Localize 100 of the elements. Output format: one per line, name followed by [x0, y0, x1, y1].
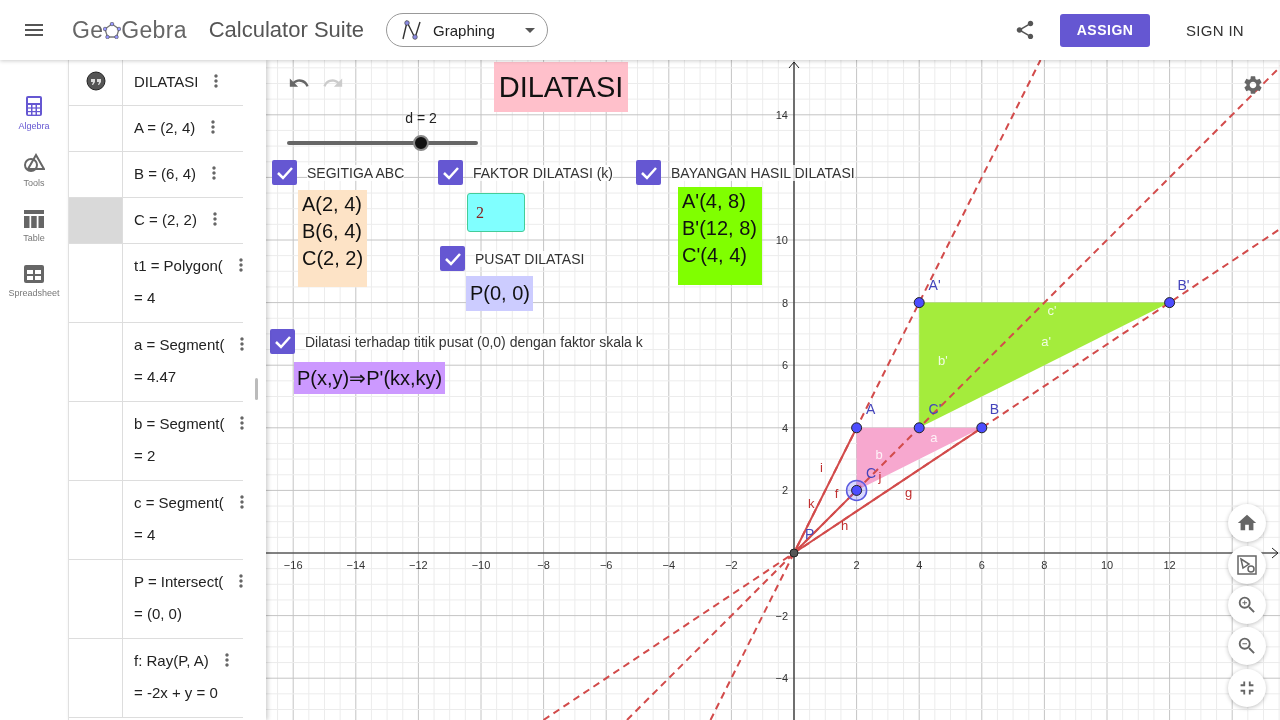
- settings-icon[interactable]: [1242, 74, 1264, 96]
- grid-icon: [24, 265, 44, 283]
- checkbox[interactable]: [272, 160, 297, 185]
- side-label: a': [1041, 334, 1051, 350]
- slider-thumb[interactable]: [412, 135, 429, 151]
- algebra-expression: A = (2, 4): [134, 118, 196, 136]
- point[interactable]: [1164, 297, 1176, 309]
- coordinate-text: B(6, 4): [302, 221, 363, 242]
- algebra-expression: C = (2, 2): [134, 210, 197, 228]
- check-icon: [639, 165, 658, 180]
- coordinate-text: P(0, 0): [470, 283, 529, 304]
- y-tick-label: 8: [781, 296, 788, 309]
- logo-text: Gebra: [121, 16, 187, 44]
- nav-item[interactable]: Spreadsheet: [8, 265, 60, 298]
- formula-text: P(x,y)⇒P'(kx,ky): [294, 362, 446, 394]
- table-icon: [24, 210, 44, 228]
- graph-icon: [401, 19, 424, 41]
- point[interactable]: [913, 422, 925, 434]
- title-text: DILATASI: [494, 62, 628, 112]
- coordinate-text: C'(4, 4): [682, 245, 748, 266]
- exit-fullscreen-button[interactable]: [1228, 669, 1266, 707]
- caret-icon: [525, 27, 536, 33]
- check-icon: [441, 165, 460, 180]
- point-label: C': [928, 400, 942, 417]
- side-label: b: [875, 447, 883, 463]
- line-label: f: [834, 486, 839, 502]
- algebra-expression: t1 = Polygon(: [134, 256, 223, 274]
- x-tick-label: −12: [409, 559, 428, 571]
- nav-item[interactable]: Algebra: [18, 96, 50, 131]
- side-label: b': [938, 353, 948, 369]
- checkbox-label: BAYANGAN HASIL DILATASI: [671, 164, 855, 181]
- point-label: C: [866, 464, 877, 481]
- algebra-value: = (0, 0): [134, 605, 183, 622]
- algebra-expression: DILATASI: [134, 72, 199, 90]
- y-tick-label: 6: [781, 359, 788, 372]
- line-label: i: [820, 459, 823, 475]
- y-tick-label: 14: [775, 108, 788, 121]
- point[interactable]: [851, 422, 863, 434]
- side-label: c': [1047, 303, 1057, 319]
- app-dropdown[interactable]: Graphing: [386, 13, 549, 47]
- row-marker[interactable]: [69, 198, 123, 243]
- x-tick-label: −6: [599, 559, 613, 571]
- quote-icon: [85, 71, 106, 91]
- check-icon: [275, 165, 294, 180]
- nav-item[interactable]: Tools: [23, 153, 45, 188]
- checkbox[interactable]: [440, 246, 465, 271]
- checkbox[interactable]: [270, 329, 295, 354]
- point-label: B': [1177, 277, 1190, 294]
- point-label: A': [928, 277, 941, 294]
- algebra-expression: b = Segment(: [134, 414, 225, 432]
- algebra-expression: B = (6, 4): [134, 164, 197, 182]
- nav-item[interactable]: Table: [23, 210, 45, 243]
- checkbox[interactable]: [636, 160, 661, 185]
- assign-button[interactable]: ASSIGN: [1060, 13, 1151, 47]
- coordinate-text: A(2, 4): [302, 194, 363, 215]
- slider-track[interactable]: [287, 135, 478, 151]
- algebra-expression: a = Segment(: [134, 335, 225, 353]
- point[interactable]: [851, 484, 863, 496]
- algebra-value: = 4: [134, 526, 157, 543]
- scrollbar-thumb[interactable]: [255, 378, 258, 400]
- algebra-expression: f: Ray(P, A): [134, 651, 209, 669]
- home-button[interactable]: [1228, 504, 1266, 542]
- factor-input[interactable]: 2: [467, 193, 525, 232]
- coordinate-text: A'(4, 8): [682, 191, 747, 212]
- pentagon-icon: [103, 21, 122, 39]
- checkbox-label: SEGITIGA ABC: [307, 164, 405, 181]
- x-tick-label: −14: [346, 559, 366, 571]
- point[interactable]: [976, 422, 988, 434]
- checkbox[interactable]: [438, 160, 463, 185]
- checkbox-label: FAKTOR DILATASI (k): [473, 164, 614, 181]
- zoom-in-button[interactable]: [1228, 586, 1266, 624]
- x-tick-label: −10: [471, 559, 491, 571]
- x-tick-label: −16: [283, 559, 303, 571]
- algebra-value: = 4.47: [134, 368, 178, 385]
- line-label: k: [808, 495, 815, 511]
- algebra-expression: P = Intersect(: [134, 572, 224, 590]
- x-tick-label: −2: [725, 559, 738, 571]
- sign-in-button[interactable]: SIGN IN: [1180, 20, 1250, 40]
- x-tick-label: 4: [916, 559, 923, 571]
- graphics-button[interactable]: [1228, 546, 1266, 584]
- point-label: A: [866, 400, 876, 417]
- x-tick-label: 12: [1163, 559, 1176, 571]
- calculator-icon: [26, 96, 42, 116]
- x-tick-label: 2: [853, 559, 860, 571]
- line-label: g: [905, 484, 913, 500]
- point[interactable]: [913, 297, 925, 309]
- point[interactable]: [789, 548, 799, 558]
- checkbox-label: PUSAT DILATASI: [475, 250, 585, 267]
- line-label: h: [840, 517, 849, 533]
- zoom-out-button[interactable]: [1228, 627, 1266, 665]
- y-tick-label: 4: [781, 421, 788, 434]
- y-tick-label: −4: [775, 672, 788, 685]
- algebra-value: = 2: [134, 447, 157, 464]
- y-tick-label: −2: [775, 609, 788, 622]
- coordinate-text: C(2, 2): [302, 248, 363, 269]
- zoom-out-icon: [1236, 635, 1258, 657]
- shapes-icon: [1237, 555, 1257, 575]
- slider-label: d = 2: [404, 110, 438, 126]
- algebra-expression: c = Segment(: [134, 493, 224, 511]
- x-tick-label: 6: [978, 559, 985, 571]
